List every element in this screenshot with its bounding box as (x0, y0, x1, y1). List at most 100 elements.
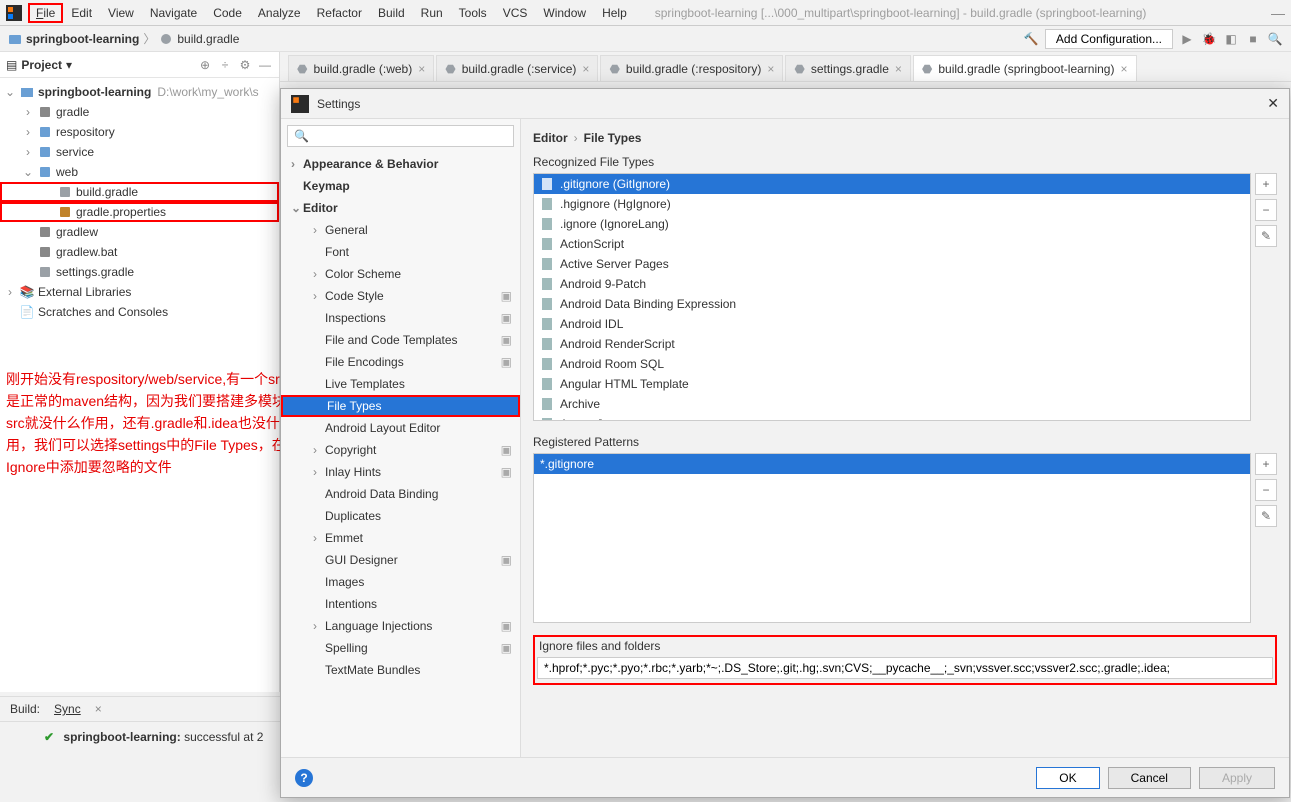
settings-tree-item[interactable]: Spelling▣ (281, 637, 520, 659)
settings-tree-item[interactable]: Duplicates (281, 505, 520, 527)
remove-file-type-button[interactable]: − (1255, 199, 1277, 221)
settings-tree-item[interactable]: ›Code Style▣ (281, 285, 520, 307)
menu-analyze[interactable]: Analyze (250, 3, 309, 23)
settings-tree-item[interactable]: Intentions (281, 593, 520, 615)
menu-run[interactable]: Run (413, 3, 451, 23)
settings-tree-item[interactable]: File Encodings▣ (281, 351, 520, 373)
add-pattern-button[interactable]: + (1255, 453, 1277, 475)
settings-tree-item[interactable]: File Types (281, 395, 520, 417)
menu-vcs[interactable]: VCS (495, 3, 536, 23)
build-sync-tab[interactable]: Sync (54, 702, 81, 716)
gear-icon[interactable]: ⚙ (237, 57, 253, 73)
editor-tab[interactable]: ⬣build.gradle (:respository)× (600, 55, 783, 81)
select-opened-file-icon[interactable]: ⊕ (197, 57, 213, 73)
menu-code[interactable]: Code (205, 3, 250, 23)
menu-build[interactable]: Build (370, 3, 413, 23)
tree-scratches[interactable]: 📄Scratches and Consoles (0, 302, 279, 322)
menu-view[interactable]: View (100, 3, 142, 23)
editor-tab[interactable]: ⬣build.gradle (springboot-learning)× (913, 55, 1137, 81)
file-type-row[interactable]: ActionScript (534, 234, 1250, 254)
settings-tree-item[interactable]: Font (281, 241, 520, 263)
editor-tab[interactable]: ⬣build.gradle (:service)× (436, 55, 598, 81)
debug-icon[interactable]: 🐞 (1201, 31, 1217, 47)
file-type-row[interactable]: .ignore (IgnoreLang) (534, 214, 1250, 234)
tree-item[interactable]: ›gradle (0, 102, 279, 122)
tree-item[interactable]: ⌄web (0, 162, 279, 182)
tree-item[interactable]: ›respository (0, 122, 279, 142)
close-icon[interactable]: × (95, 702, 102, 716)
menu-navigate[interactable]: Navigate (142, 3, 205, 23)
help-icon[interactable]: ? (295, 769, 313, 787)
file-type-row[interactable]: Angular HTML Template (534, 374, 1250, 394)
settings-tree-item[interactable]: TextMate Bundles (281, 659, 520, 681)
breadcrumb-project[interactable]: springboot-learning (26, 32, 139, 46)
settings-tree-item[interactable]: ›Copyright▣ (281, 439, 520, 461)
file-type-row[interactable]: Android IDL (534, 314, 1250, 334)
tree-external-libs[interactable]: ›📚External Libraries (0, 282, 279, 302)
editor-tab[interactable]: ⬣settings.gradle× (785, 55, 911, 81)
settings-tree-item[interactable]: ›Appearance & Behavior (281, 153, 520, 175)
add-configuration-button[interactable]: Add Configuration... (1045, 29, 1173, 49)
tree-item[interactable]: gradlew (0, 222, 279, 242)
file-type-row[interactable]: AspectJ (534, 414, 1250, 421)
patterns-list[interactable]: *.gitignore (533, 453, 1251, 623)
file-type-row[interactable]: Android 9-Patch (534, 274, 1250, 294)
file-types-list[interactable]: .gitignore (GitIgnore).hgignore (HgIgnor… (533, 173, 1251, 421)
settings-search[interactable]: 🔍 (287, 125, 514, 147)
apply-button[interactable]: Apply (1199, 767, 1275, 789)
settings-tree-item[interactable]: Inspections▣ (281, 307, 520, 329)
settings-tree-item[interactable]: ›General (281, 219, 520, 241)
settings-tree-item[interactable]: GUI Designer▣ (281, 549, 520, 571)
settings-tree-item[interactable]: ›Color Scheme (281, 263, 520, 285)
search-icon[interactable]: 🔍 (1267, 31, 1283, 47)
editor-tab[interactable]: ⬣build.gradle (:web)× (288, 55, 434, 81)
collapse-all-icon[interactable]: ÷ (217, 57, 233, 73)
tree-item[interactable]: settings.gradle (0, 262, 279, 282)
settings-tree-item[interactable]: File and Code Templates▣ (281, 329, 520, 351)
ignore-files-input[interactable] (537, 657, 1273, 679)
tree-item[interactable]: build.gradle (0, 182, 279, 202)
file-type-row[interactable]: Android RenderScript (534, 334, 1250, 354)
chevron-down-icon[interactable]: ▾ (66, 58, 72, 72)
project-tree[interactable]: ⌄ springboot-learningD:\work\my_work\s ›… (0, 78, 279, 326)
minimize-icon[interactable]: — (1271, 5, 1285, 21)
tree-item[interactable]: ›service (0, 142, 279, 162)
cancel-button[interactable]: Cancel (1108, 767, 1191, 789)
tree-root[interactable]: ⌄ springboot-learningD:\work\my_work\s (0, 82, 279, 102)
settings-tree-item[interactable]: Android Data Binding (281, 483, 520, 505)
settings-tree-item[interactable]: ›Language Injections▣ (281, 615, 520, 637)
file-type-row[interactable]: Active Server Pages (534, 254, 1250, 274)
settings-tree-item[interactable]: ›Inlay Hints▣ (281, 461, 520, 483)
hide-icon[interactable]: — (257, 57, 273, 73)
remove-pattern-button[interactable]: − (1255, 479, 1277, 501)
settings-tree[interactable]: ›Appearance & BehaviorKeymap⌄Editor›Gene… (281, 153, 520, 757)
menu-help[interactable]: Help (594, 3, 635, 23)
coverage-icon[interactable]: ◧ (1223, 31, 1239, 47)
file-type-row[interactable]: .hgignore (HgIgnore) (534, 194, 1250, 214)
settings-tree-item[interactable]: ⌄Editor (281, 197, 520, 219)
project-panel-title[interactable]: Project (21, 58, 62, 72)
close-tab-icon[interactable]: × (418, 62, 425, 76)
menu-edit[interactable]: Edit (63, 3, 100, 23)
close-icon[interactable]: ✕ (1267, 95, 1279, 112)
stop-icon[interactable]: ■ (1245, 31, 1261, 47)
file-type-row[interactable]: .gitignore (GitIgnore) (534, 174, 1250, 194)
settings-tree-item[interactable]: Live Templates (281, 373, 520, 395)
menu-tools[interactable]: Tools (451, 3, 495, 23)
close-tab-icon[interactable]: × (582, 62, 589, 76)
add-file-type-button[interactable]: + (1255, 173, 1277, 195)
tree-item[interactable]: gradlew.bat (0, 242, 279, 262)
menu-window[interactable]: Window (535, 3, 594, 23)
tree-item[interactable]: gradle.properties (0, 202, 279, 222)
close-tab-icon[interactable]: × (895, 62, 902, 76)
file-type-row[interactable]: Android Room SQL (534, 354, 1250, 374)
menu-refactor[interactable]: Refactor (309, 3, 370, 23)
settings-tree-item[interactable]: Android Layout Editor (281, 417, 520, 439)
close-tab-icon[interactable]: × (1120, 62, 1127, 76)
settings-search-input[interactable] (313, 129, 507, 143)
settings-tree-item[interactable]: Images (281, 571, 520, 593)
breadcrumb-file[interactable]: build.gradle (177, 32, 239, 46)
settings-tree-item[interactable]: ›Emmet (281, 527, 520, 549)
file-type-row[interactable]: Archive (534, 394, 1250, 414)
build-hammer-icon[interactable]: 🔨 (1023, 31, 1039, 47)
